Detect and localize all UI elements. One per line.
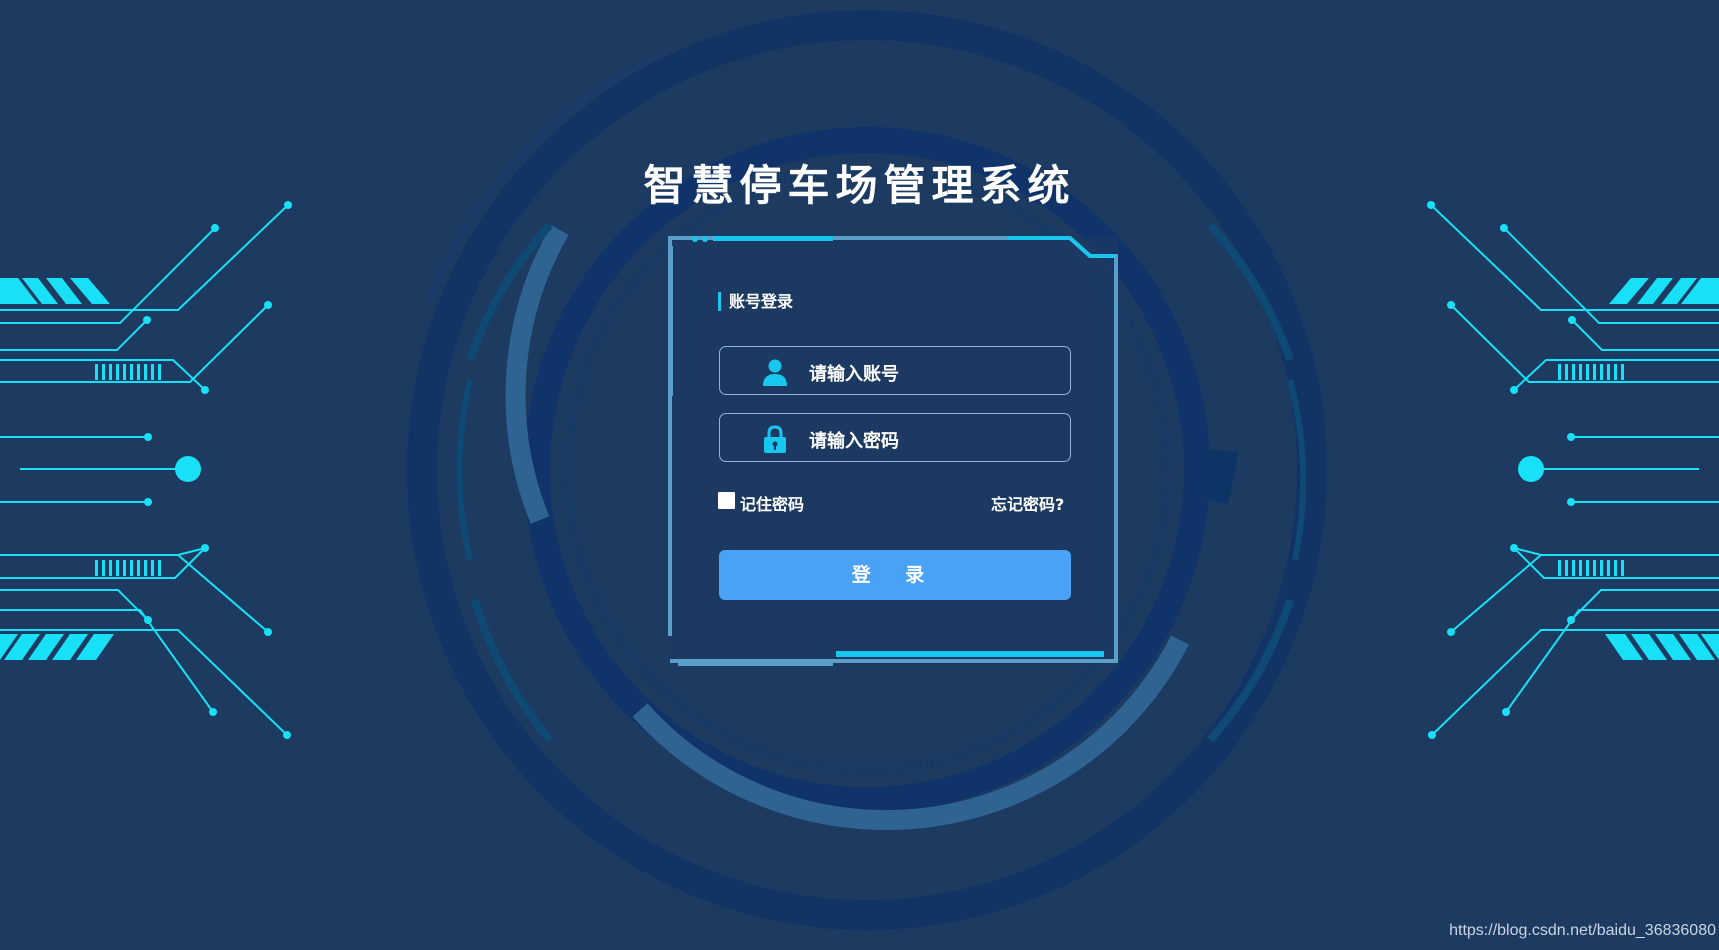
username-placeholder: 请输入账号 [809,364,899,385]
password-placeholder: 请输入密码 [809,431,899,452]
login-button[interactable]: 登 录 [719,550,1071,600]
login-page: 智慧停车场管理系统 账号登录 请输入账号 请输入密码 记住密码 忘记密码? 登 … [0,0,1719,950]
watermark-url: https://blog.csdn.net/baidu_36836080 [1449,922,1716,939]
remember-checkbox[interactable] [718,492,735,509]
login-card: 账号登录 请输入账号 请输入密码 记住密码 忘记密码? 登 录 [668,236,1118,666]
left-circuit [0,204,289,736]
remember-label: 记住密码 [740,495,805,514]
login-heading: 账号登录 [718,292,793,311]
password-input[interactable]: 请输入密码 [719,413,1071,462]
bracket-arc-2 [456,379,473,561]
lock-icon [764,425,786,453]
username-input[interactable]: 请输入账号 [719,346,1071,395]
forgot-password-link[interactable]: 忘记密码? [991,491,1064,515]
page-title: 智慧停车场管理系统 [643,161,1076,210]
user-icon [763,359,787,386]
arc-right-block [1192,447,1238,505]
right-circuit [1427,201,1719,739]
